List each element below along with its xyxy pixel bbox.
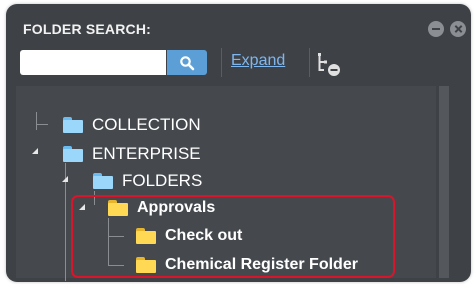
expanded-toggle-icon[interactable] bbox=[32, 148, 38, 154]
tree-node-label: COLLECTION bbox=[92, 115, 201, 134]
minimize-circle-icon[interactable] bbox=[428, 21, 444, 37]
tree-node-folders[interactable]: FOLDERS bbox=[93, 169, 202, 193]
tree-node-label: FOLDERS bbox=[122, 171, 203, 190]
toolbar-divider bbox=[221, 48, 222, 77]
tree-node-enterprise[interactable]: ENTERPRISE bbox=[63, 142, 201, 166]
tree-node-label: ENTERPRISE bbox=[92, 144, 201, 163]
search-icon bbox=[180, 56, 195, 71]
toolbar-divider bbox=[309, 48, 310, 77]
tree-collapse-icon bbox=[318, 53, 340, 76]
search-button[interactable] bbox=[167, 50, 207, 75]
tree-connector bbox=[36, 124, 48, 125]
panel-title: FOLDER SEARCH: bbox=[23, 21, 152, 37]
tree-node-collection[interactable]: COLLECTION bbox=[63, 113, 201, 137]
tree-connector bbox=[36, 112, 37, 130]
tree-scrollbar[interactable] bbox=[439, 86, 449, 278]
folder-icon bbox=[63, 146, 83, 162]
expanded-toggle-icon[interactable] bbox=[62, 176, 68, 182]
close-circle-icon[interactable] bbox=[450, 21, 466, 37]
expand-link[interactable]: Expand bbox=[231, 52, 285, 70]
highlight-annotation bbox=[71, 195, 395, 278]
folder-icon bbox=[93, 173, 113, 189]
folder-icon bbox=[63, 117, 83, 133]
tree-toggle-button[interactable] bbox=[315, 51, 345, 82]
folder-search-input[interactable] bbox=[20, 50, 166, 75]
